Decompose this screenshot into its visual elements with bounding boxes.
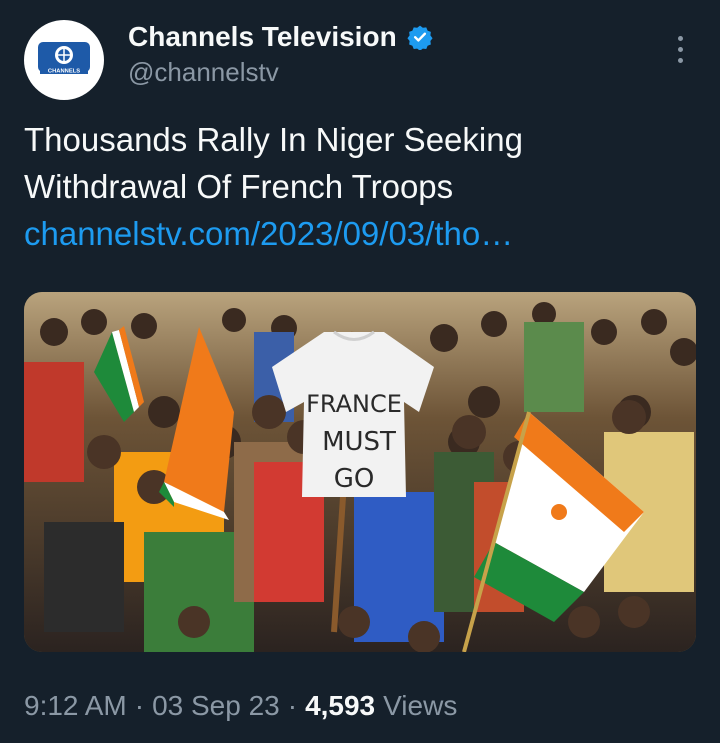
tweet-time[interactable]: 9:12 AM xyxy=(24,690,127,722)
channels-logo-icon: CHANNELS xyxy=(38,42,90,75)
tweet-date[interactable]: 03 Sep 23 xyxy=(152,690,280,722)
tweet-photo[interactable]: FRANCE MUST GO xyxy=(24,292,696,652)
shirt-text-line3: GO xyxy=(334,464,375,494)
meta-separator: · xyxy=(134,690,145,721)
tweet-text: Thousands Rally In Niger Seeking Withdra… xyxy=(24,116,684,257)
shirt-text-line2: MUST xyxy=(322,427,396,457)
rally-photo: FRANCE MUST GO xyxy=(24,292,696,652)
more-icon[interactable] xyxy=(660,32,700,66)
views-count[interactable]: 4,593 xyxy=(305,690,375,722)
author-name[interactable]: Channels Television xyxy=(128,20,397,54)
meta-separator: · xyxy=(287,690,298,721)
avatar[interactable]: CHANNELS xyxy=(24,20,104,100)
tweet-link[interactable]: channelstv.com/2023/09/03/tho… xyxy=(24,210,684,257)
author-handle[interactable]: @channelstv xyxy=(128,57,279,88)
tweet-body: Thousands Rally In Niger Seeking Withdra… xyxy=(24,121,523,205)
verified-badge-icon xyxy=(407,25,433,50)
views-label: Views xyxy=(383,690,458,721)
author-name-row: Channels Television xyxy=(128,20,433,54)
shirt-text-line1: FRANCE xyxy=(306,390,402,418)
tweet-meta: 9:12 AM · 03 Sep 23 · 4,593 Views xyxy=(24,690,457,722)
svg-text:CHANNELS: CHANNELS xyxy=(48,69,80,75)
